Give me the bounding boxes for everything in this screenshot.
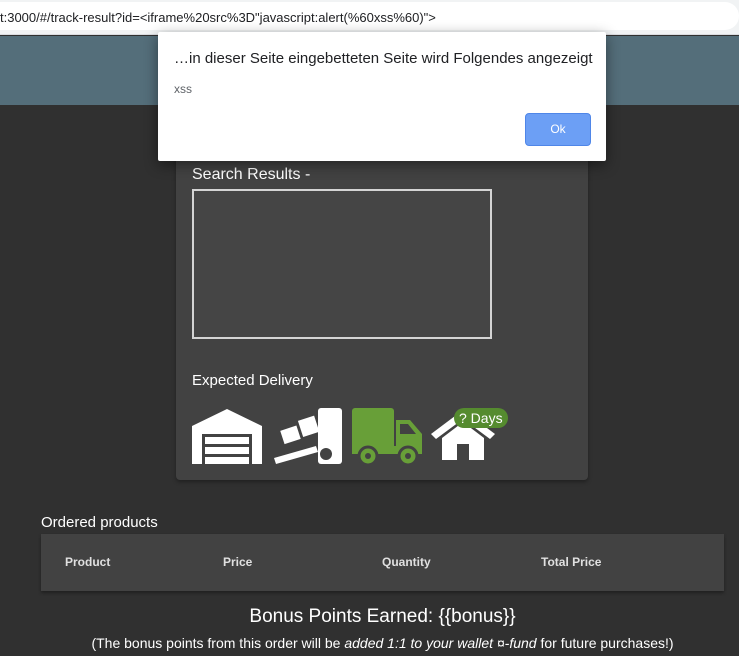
alert-dialog-message: xss — [174, 82, 192, 96]
ordered-products-title: Ordered products — [41, 514, 158, 531]
url-text: t:3000/#/track-result?id=<iframe%20src%3… — [0, 10, 436, 25]
bonus-points-note: (The bonus points from this order will b… — [0, 635, 739, 651]
search-results-label: Search Results - — [192, 166, 311, 183]
dolly-icon — [274, 408, 342, 464]
expected-delivery-label: Expected Delivery — [192, 372, 313, 389]
bonus-note-emphasis: added 1:1 to your wallet ¤-fund — [344, 635, 537, 651]
column-header-product[interactable]: Product — [65, 555, 110, 569]
ok-button[interactable]: Ok — [525, 113, 591, 146]
bonus-note-prefix: (The bonus points from this order will b… — [91, 635, 345, 651]
days-badge: ? Days — [454, 408, 508, 428]
bonus-points-heading: Bonus Points Earned: {{bonus}} — [249, 606, 516, 627]
truck-icon — [352, 408, 422, 466]
search-results-frame — [192, 189, 492, 339]
bonus-note-suffix: for future purchases!) — [536, 635, 674, 651]
url-field[interactable]: t:3000/#/track-result?id=<iframe%20src%3… — [0, 2, 739, 30]
warehouse-icon — [192, 409, 262, 464]
alert-dialog-title: …in dieser Seite eingebetteten Seite wir… — [174, 50, 593, 67]
alert-dialog: …in dieser Seite eingebetteten Seite wir… — [158, 32, 606, 161]
column-header-total-price[interactable]: Total Price — [541, 555, 601, 569]
column-header-quantity[interactable]: Quantity — [382, 555, 431, 569]
tracking-result-card: Search Results - Expected Delivery ? Day… — [176, 148, 588, 480]
column-header-price[interactable]: Price — [223, 555, 252, 569]
browser-address-bar: t:3000/#/track-result?id=<iframe%20src%3… — [0, 0, 739, 35]
orders-table-header: Product Price Quantity Total Price — [41, 534, 724, 591]
